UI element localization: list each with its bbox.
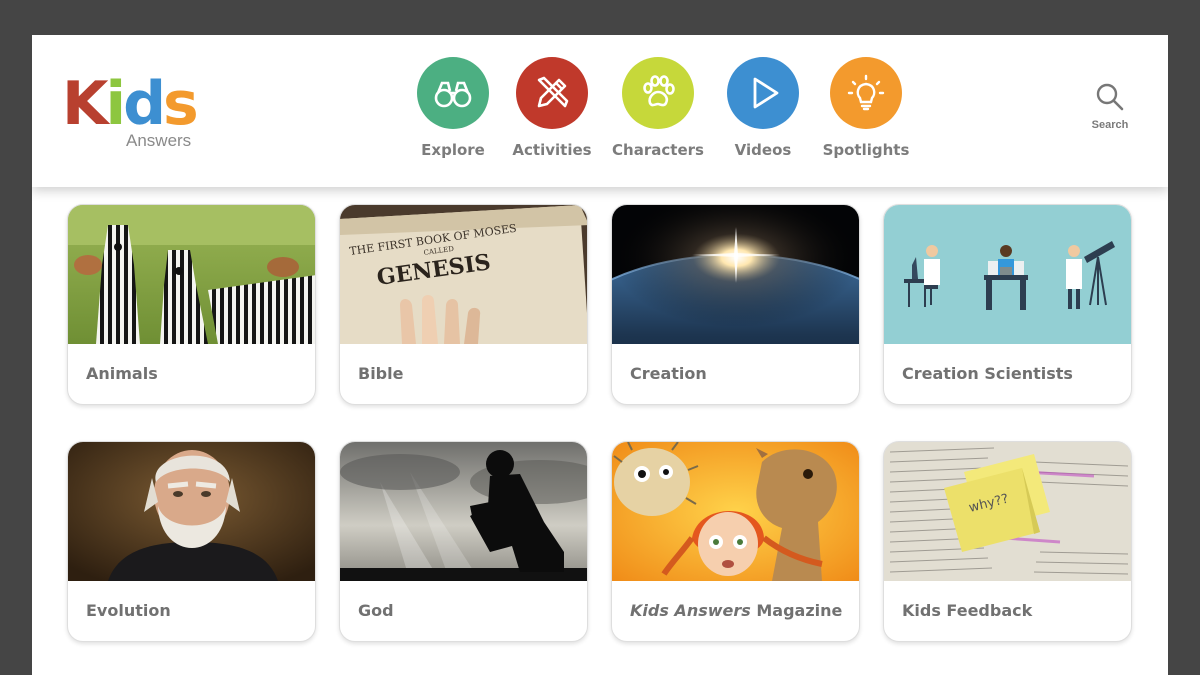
card-label: Evolution <box>86 601 171 620</box>
play-icon <box>727 57 799 129</box>
genesis-book-image: THE FIRST BOOK OF MOSES CALLED GENESIS <box>340 205 587 344</box>
card-label: Bible <box>358 364 404 383</box>
site-header: Kids Answers Explore Activities Characte… <box>32 35 1168 187</box>
card-label: Kids Answers Magazine <box>630 601 842 620</box>
zebras-image <box>68 205 315 344</box>
magazine-girl-camel-image <box>612 442 859 581</box>
card-label: Creation <box>630 364 707 383</box>
search-button[interactable]: Search <box>1084 81 1136 131</box>
sticky-note-bible-image: why?? <box>884 442 1131 581</box>
nav-item-videos[interactable]: Videos <box>708 57 818 159</box>
nav-label: Videos <box>734 141 792 159</box>
card-label: Animals <box>86 364 158 383</box>
card-god[interactable]: God <box>339 441 588 642</box>
page-window: Kids Answers Explore Activities Characte… <box>32 35 1168 675</box>
lightbulb-icon <box>830 57 902 129</box>
logo-wordmark: Kids <box>62 69 199 139</box>
paw-icon <box>622 57 694 129</box>
card-label: Kids Feedback <box>902 601 1033 620</box>
nav-item-activities[interactable]: Activities <box>497 57 607 159</box>
nav-item-spotlights[interactable]: Spotlights <box>811 57 921 159</box>
praying-silhouette-image <box>340 442 587 581</box>
card-animals[interactable]: Animals <box>67 204 316 405</box>
card-creation-scientists[interactable]: Creation Scientists <box>883 204 1132 405</box>
earth-sunrise-image <box>612 205 859 344</box>
card-kids-feedback[interactable]: why?? Kids Feedback <box>883 441 1132 642</box>
nav-item-explore[interactable]: Explore <box>398 57 508 159</box>
card-bible[interactable]: THE FIRST BOOK OF MOSES CALLED GENESIS B… <box>339 204 588 405</box>
nav-label: Characters <box>612 141 704 159</box>
card-label-italic: Kids Answers <box>630 601 751 620</box>
card-evolution[interactable]: Evolution <box>67 441 316 642</box>
card-label: God <box>358 601 394 620</box>
search-icon <box>1096 83 1124 111</box>
logo-subtitle: Answers <box>126 131 192 150</box>
binoculars-icon <box>417 57 489 129</box>
nav-label: Explore <box>421 141 485 159</box>
card-creation[interactable]: Creation <box>611 204 860 405</box>
kids-answers-logo[interactable]: Kids Answers <box>62 71 212 151</box>
darwin-portrait-image <box>68 442 315 581</box>
search-label: Search <box>1091 119 1129 131</box>
scientists-illustration-image <box>884 205 1131 344</box>
card-label-rest: Magazine <box>750 601 843 620</box>
pencil-ruler-icon <box>516 57 588 129</box>
card-label: Creation Scientists <box>902 364 1073 383</box>
nav-item-characters[interactable]: Characters <box>603 57 713 159</box>
nav-label: Spotlights <box>822 141 910 159</box>
nav-label: Activities <box>512 141 592 159</box>
card-kids-answers-magazine[interactable]: Kids Answers Magazine <box>611 441 860 642</box>
